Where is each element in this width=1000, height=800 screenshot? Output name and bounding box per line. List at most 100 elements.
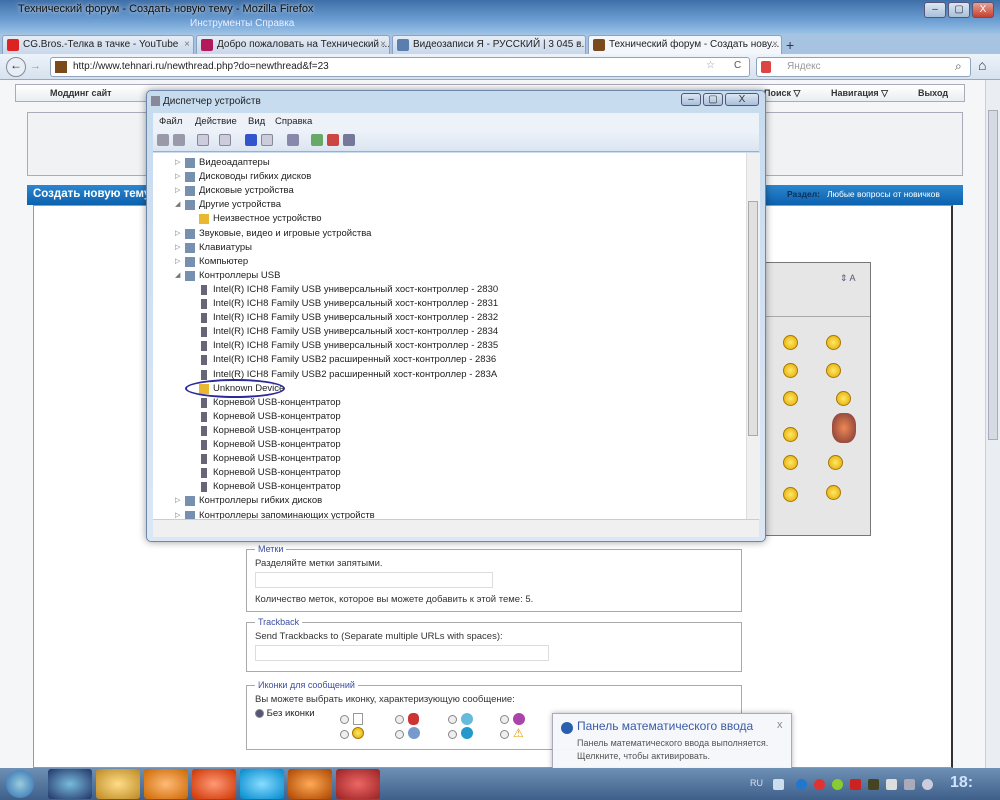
reload-button[interactable]: C <box>734 60 741 71</box>
notification-close-button[interactable]: x <box>777 719 783 731</box>
maximize-button[interactable]: ▢ <box>948 2 970 18</box>
update-driver-icon[interactable] <box>311 134 323 146</box>
properties-icon[interactable] <box>197 134 209 146</box>
menu-action[interactable]: Действие <box>195 116 237 127</box>
radio-icon[interactable] <box>395 730 404 739</box>
smiley-icon[interactable] <box>783 335 798 350</box>
tray-action-center-icon[interactable] <box>773 779 784 790</box>
new-tab-button[interactable]: + <box>786 37 794 53</box>
taskbar-ie-icon[interactable] <box>48 769 92 799</box>
parrot-smiley-icon[interactable] <box>832 413 856 443</box>
page-scrollbar-thumb[interactable] <box>988 110 998 440</box>
nav-modding-site[interactable]: Моддинг сайт <box>50 88 112 98</box>
tab-youtube[interactable]: CG.Bros.-Телка в тачке - YouTube × <box>2 35 194 54</box>
help-icon[interactable] <box>245 134 257 146</box>
minimize-button[interactable]: – <box>924 2 946 18</box>
bookmark-star-icon[interactable]: ☆ <box>706 60 715 71</box>
expand-toggle-icon[interactable]: ▷ <box>175 509 183 520</box>
taskbar-explorer-icon[interactable] <box>96 769 140 799</box>
tray-red-icon[interactable] <box>850 779 861 790</box>
smiley-icon[interactable] <box>826 363 841 378</box>
smiley-icon[interactable] <box>826 485 841 500</box>
taskbar-toolbox-icon[interactable] <box>336 769 380 799</box>
radio-icon[interactable] <box>448 730 457 739</box>
trackback-input[interactable] <box>255 645 549 661</box>
tab-vk-video[interactable]: Видеозаписи Я - РУССКИЙ | 3 045 в... × <box>392 35 586 54</box>
expand-toggle-icon[interactable]: ▷ <box>175 241 183 255</box>
tab-close-button[interactable]: × <box>576 39 582 50</box>
search-icon[interactable]: ⌕ <box>955 59 962 74</box>
radio-none[interactable] <box>255 708 264 718</box>
smiley-icon[interactable] <box>783 391 798 406</box>
font-size-icon[interactable]: ⇕ A <box>840 273 856 284</box>
url-input[interactable]: http://www.tehnari.ru/newthread.php?do=n… <box>50 57 750 77</box>
tab-tehnari-welcome[interactable]: Добро пожаловать на Технический ... × <box>196 35 390 54</box>
expand-toggle-icon[interactable]: ◢ <box>175 269 183 283</box>
dm-minimize-button[interactable]: – <box>681 93 701 106</box>
smiley-icon[interactable] <box>836 391 851 406</box>
tab-close-button[interactable]: × <box>380 39 386 50</box>
close-button[interactable]: X <box>972 2 994 18</box>
smiley-icon[interactable] <box>826 335 841 350</box>
tray-green-icon[interactable] <box>832 779 843 790</box>
tray-volume-icon[interactable] <box>922 779 933 790</box>
tray-bluetooth-icon[interactable] <box>796 779 807 790</box>
back-button[interactable]: ← <box>6 57 26 77</box>
smiley-icon[interactable] <box>783 487 798 502</box>
smiley-icon[interactable] <box>783 363 798 378</box>
expand-toggle-icon[interactable]: ▷ <box>175 255 183 269</box>
smiley-icon[interactable] <box>783 427 798 442</box>
tags-input[interactable] <box>255 572 493 588</box>
nav-search[interactable]: Поиск ▽ <box>764 88 800 99</box>
dm-close-button[interactable]: X <box>725 93 759 106</box>
language-indicator[interactable]: RU <box>750 778 763 788</box>
tab-close-button[interactable]: × <box>184 39 190 50</box>
tray-network-icon[interactable] <box>904 779 915 790</box>
show-hide-icon[interactable] <box>219 134 231 146</box>
nav-logout[interactable]: Выход <box>918 88 948 98</box>
smiley-icon[interactable] <box>783 455 798 470</box>
back-icon[interactable] <box>157 134 169 146</box>
taskbar-skype-icon[interactable] <box>240 769 284 799</box>
tab-tehnari-newthread[interactable]: Технический форум - Создать нову... × <box>588 35 782 54</box>
nav-navigation[interactable]: Навигация ▽ <box>831 88 888 99</box>
expand-toggle-icon[interactable]: ◢ <box>175 198 183 212</box>
forward-icon[interactable] <box>173 134 185 146</box>
tab-close-button[interactable]: × <box>772 39 778 50</box>
radio-icon[interactable] <box>500 730 509 739</box>
scan-hardware-icon[interactable] <box>287 134 299 146</box>
clock[interactable]: 18: <box>950 774 973 792</box>
tray-antivirus-icon[interactable] <box>814 779 825 790</box>
radio-icon[interactable] <box>395 715 404 724</box>
tray-app-icon[interactable] <box>868 779 879 790</box>
expand-toggle-icon[interactable]: ▷ <box>175 170 183 184</box>
search-input[interactable]: Яндекс ⌕ <box>756 57 971 77</box>
tray-flag-icon[interactable] <box>886 779 897 790</box>
section-link[interactable]: Любые вопросы от новичков <box>827 189 940 199</box>
taskbar-firefox-icon[interactable] <box>288 769 332 799</box>
menu-bar-ghost[interactable]: Инструменты Справка <box>190 18 294 29</box>
dm-maximize-button[interactable]: ▢ <box>703 93 723 106</box>
expand-toggle-icon[interactable]: ▷ <box>175 227 183 241</box>
radio-icon[interactable] <box>500 715 509 724</box>
smiley-icon[interactable] <box>828 455 843 470</box>
menu-view[interactable]: Вид <box>248 116 265 127</box>
device-tree[interactable]: ▷ Видеоадаптеры ▷ Дисководы гибких дисков ▷ Д… <box>153 153 746 519</box>
view-icon[interactable] <box>261 134 273 146</box>
device-tree-scrollbar-thumb[interactable] <box>748 201 758 436</box>
taskbar-mail-icon[interactable] <box>192 769 236 799</box>
start-button[interactable] <box>6 770 34 798</box>
menu-help[interactable]: Справка <box>275 116 312 127</box>
uninstall-icon[interactable] <box>343 134 355 146</box>
radio-icon[interactable] <box>340 730 349 739</box>
home-button[interactable]: ⌂ <box>978 57 986 73</box>
expand-toggle-icon[interactable]: ▷ <box>175 156 183 170</box>
math-input-notification[interactable]: Панель математического ввода x Панель ма… <box>552 713 792 769</box>
radio-icon[interactable] <box>340 715 349 724</box>
radio-icon[interactable] <box>448 715 457 724</box>
taskbar-media-player-icon[interactable] <box>144 769 188 799</box>
expand-toggle-icon[interactable]: ▷ <box>175 184 183 198</box>
menu-file[interactable]: Файл <box>159 116 182 127</box>
forward-button[interactable]: → <box>30 60 41 72</box>
expand-toggle-icon[interactable]: ▷ <box>175 494 183 508</box>
